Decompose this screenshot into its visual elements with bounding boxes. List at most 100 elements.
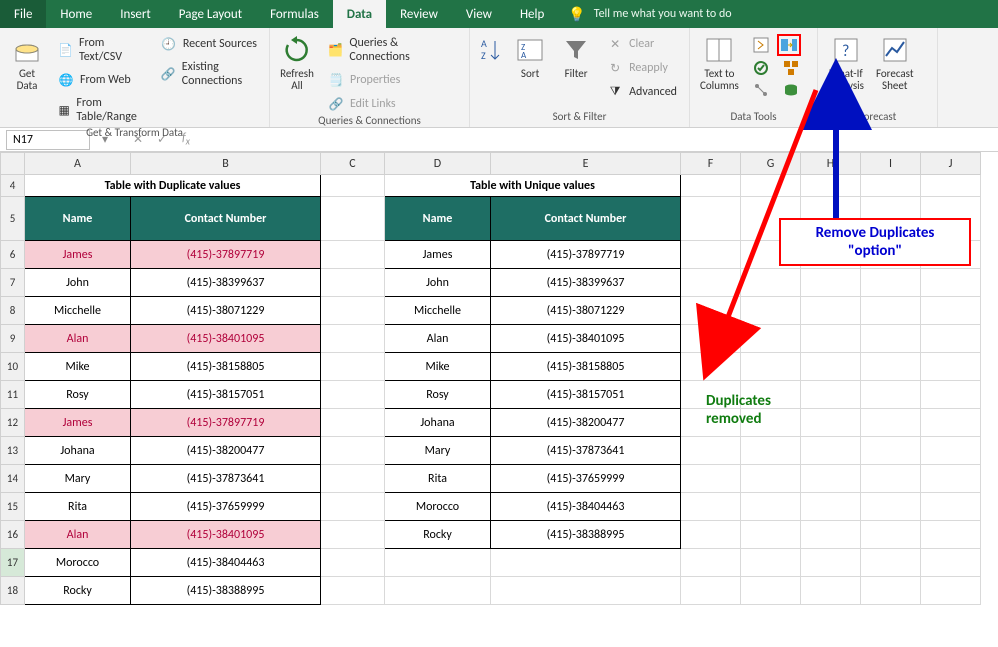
table-cell[interactable]: (415)-37873641 [491,437,681,465]
row-header[interactable]: 8 [1,297,25,325]
cell[interactable] [801,549,861,577]
table-cell[interactable]: Mary [25,465,131,493]
cell[interactable] [681,269,741,297]
forecast-sheet-button[interactable]: ForecastSheet [870,30,920,92]
table-cell[interactable]: (415)-38071229 [491,297,681,325]
row-header[interactable]: 11 [1,381,25,409]
table-cell[interactable]: (415)-38200477 [491,409,681,437]
table-cell[interactable]: (415)-37873641 [131,465,321,493]
cell[interactable] [321,325,385,353]
cell[interactable] [921,269,981,297]
cell[interactable] [801,269,861,297]
cell[interactable] [921,493,981,521]
cell[interactable] [861,381,921,409]
cell[interactable] [921,353,981,381]
cell[interactable] [681,297,741,325]
cell[interactable] [321,549,385,577]
col-header-B[interactable]: B [131,153,321,175]
table-cell[interactable]: James [385,241,491,269]
tab-view[interactable]: View [452,0,506,28]
table-cell[interactable]: (415)-38399637 [491,269,681,297]
tab-help[interactable]: Help [506,0,558,28]
cell[interactable] [321,269,385,297]
cell[interactable] [741,437,801,465]
tab-file[interactable]: File [0,0,46,28]
data-validation-button[interactable] [747,58,775,78]
table-cell[interactable]: (415)-37897719 [131,241,321,269]
cell[interactable] [741,353,801,381]
row-header[interactable]: 13 [1,437,25,465]
remove-duplicates-button[interactable] [777,34,801,56]
text-to-columns-button[interactable]: Text toColumns [694,30,745,92]
table-cell[interactable]: (415)-38158805 [131,353,321,381]
table-cell[interactable]: Mike [25,353,131,381]
col-header-D[interactable]: D [385,153,491,175]
table-cell[interactable]: Rita [25,493,131,521]
cell[interactable] [491,577,681,605]
queries-connections-button[interactable]: 🗂️Queries & Connections [322,34,463,66]
col-header-G[interactable]: G [741,153,801,175]
refresh-all-button[interactable]: RefreshAll [274,30,320,92]
cell[interactable] [861,465,921,493]
left-header-contact[interactable]: Contact Number [131,197,321,241]
left-table-title[interactable]: Table with Duplicate values [25,175,321,197]
cell[interactable] [681,325,741,353]
cell[interactable] [921,175,981,197]
cell[interactable] [681,521,741,549]
tab-review[interactable]: Review [386,0,452,28]
cell[interactable] [861,175,921,197]
cell[interactable] [741,549,801,577]
tab-formulas[interactable]: Formulas [256,0,333,28]
cell[interactable] [741,325,801,353]
cell[interactable] [861,521,921,549]
sort-asc-button[interactable]: AZ [474,30,507,66]
cell[interactable] [681,465,741,493]
tab-data[interactable]: Data [333,0,386,28]
row-header[interactable]: 5 [1,197,25,241]
row-header[interactable]: 7 [1,269,25,297]
table-cell[interactable]: (415)-38388995 [131,577,321,605]
col-header-H[interactable]: H [801,153,861,175]
cell[interactable] [861,297,921,325]
table-cell[interactable]: (415)-38158805 [491,353,681,381]
cell[interactable] [385,549,491,577]
cell[interactable] [321,437,385,465]
cell[interactable] [801,175,861,197]
cell[interactable] [801,437,861,465]
cell[interactable] [741,577,801,605]
cell[interactable] [321,175,385,197]
cell[interactable] [321,577,385,605]
cell[interactable] [321,241,385,269]
recent-sources-button[interactable]: 🕘Recent Sources [155,34,263,54]
col-header-F[interactable]: F [681,153,741,175]
right-header-name[interactable]: Name [385,197,491,241]
table-cell[interactable]: (415)-38404463 [491,493,681,521]
cell[interactable] [861,325,921,353]
cell[interactable] [741,297,801,325]
from-web-button[interactable]: 🌐From Web [52,70,151,90]
cell[interactable] [861,409,921,437]
cell[interactable] [861,577,921,605]
cell[interactable] [681,197,741,241]
cell[interactable] [321,381,385,409]
cell[interactable] [491,549,681,577]
cell[interactable] [681,175,741,197]
relationships-button[interactable] [747,80,775,100]
table-cell[interactable]: (415)-37659999 [131,493,321,521]
cell[interactable] [681,577,741,605]
tab-insert[interactable]: Insert [106,0,165,28]
table-cell[interactable]: Micchelle [385,297,491,325]
col-header-C[interactable]: C [321,153,385,175]
cell[interactable] [741,269,801,297]
consolidate-button[interactable] [777,58,805,78]
cell[interactable] [681,437,741,465]
cell[interactable] [921,549,981,577]
table-cell[interactable]: (415)-38200477 [131,437,321,465]
tab-page-layout[interactable]: Page Layout [165,0,256,28]
cell[interactable] [801,409,861,437]
table-cell[interactable]: Micchelle [25,297,131,325]
col-header-I[interactable]: I [861,153,921,175]
cell[interactable] [921,521,981,549]
table-cell[interactable]: (415)-38399637 [131,269,321,297]
cell[interactable] [921,409,981,437]
